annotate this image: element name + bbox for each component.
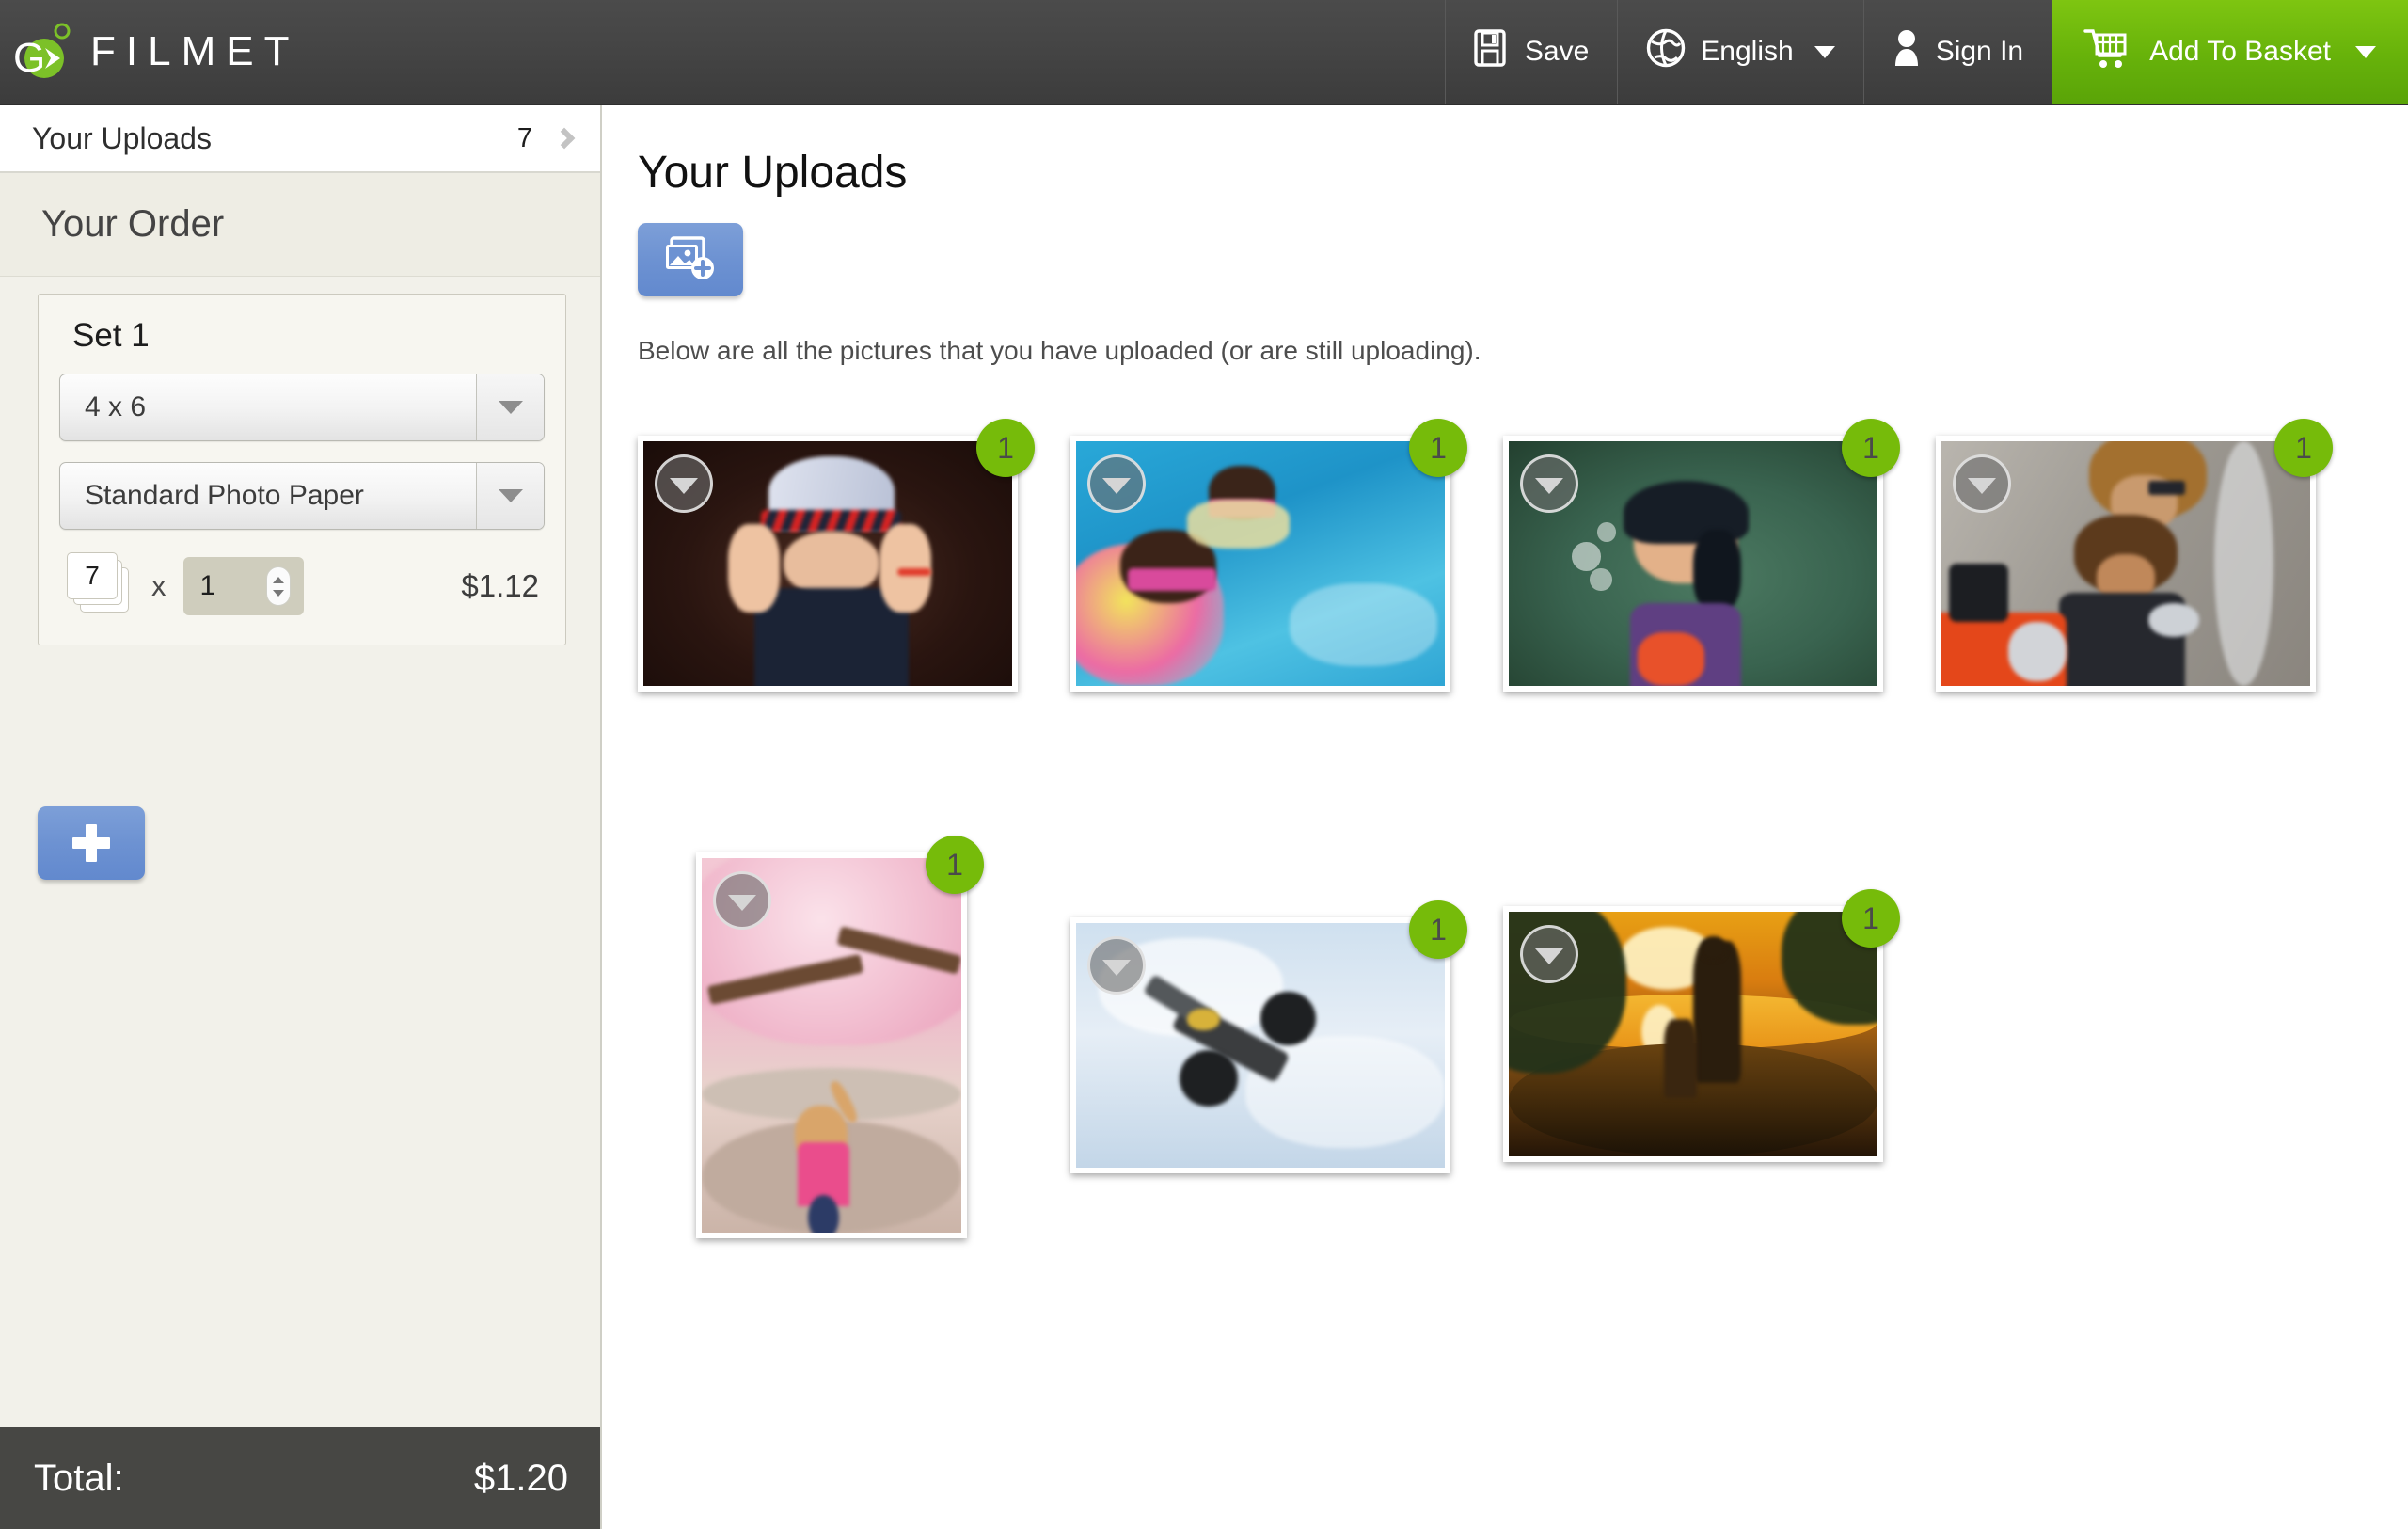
svg-text:G: G [13, 35, 45, 81]
sign-in-button[interactable]: Sign In [1862, 0, 2052, 104]
language-label: English [1701, 36, 1794, 67]
uploads-count: 7 [516, 122, 532, 153]
top-toolbar: G FILMET Save English Sign In Add To Bas… [0, 0, 2408, 105]
print-size-select[interactable]: 4 x 6 [59, 374, 545, 441]
total-value: $1.20 [473, 1457, 568, 1499]
photo-thumbnail[interactable]: 1 [638, 419, 1035, 692]
multiply-symbol: x [151, 569, 166, 602]
photo-thumbnail[interactable]: 1 [1070, 419, 1467, 692]
paper-type-select[interactable]: Standard Photo Paper [59, 462, 545, 530]
main-content: Your Uploads Below are all the pictures … [604, 105, 2408, 1529]
add-set-button[interactable] [38, 806, 145, 880]
uploads-hint-text: Below are all the pictures that you have… [638, 336, 1481, 365]
photo-copies-badge[interactable]: 1 [2274, 419, 2333, 477]
add-to-basket-button[interactable]: Add To Basket [2052, 0, 2408, 104]
photo-thumbnail[interactable]: 1 [1070, 900, 1467, 1173]
add-photos-icon [664, 234, 717, 286]
photo-copies-badge[interactable]: 1 [1842, 419, 1900, 477]
photo-copies-badge[interactable]: 1 [1409, 900, 1467, 959]
order-set-card: Set 1 4 x 6 Standard Photo Paper 7 x 1 $… [38, 294, 566, 645]
language-selector[interactable]: English [1617, 0, 1862, 104]
print-size-value: 4 x 6 [85, 391, 147, 422]
your-uploads-label: Your Uploads [32, 120, 212, 155]
photo-thumbnail[interactable]: 1 [1503, 419, 1900, 692]
chevron-down-icon [2355, 45, 2376, 58]
photo-options-chevron-down-icon[interactable] [1953, 454, 2011, 513]
photo-options-chevron-down-icon[interactable] [1520, 925, 1578, 983]
photo-copies-badge[interactable]: 1 [1842, 889, 1900, 948]
quantity-value: 1 [199, 570, 216, 601]
sign-in-label: Sign In [1935, 36, 2024, 67]
photo-copies-badge[interactable]: 1 [976, 419, 1035, 477]
set-price: $1.12 [461, 568, 539, 603]
your-order-header: Your Order [0, 173, 600, 277]
photo-thumbnail[interactable]: 1 [696, 836, 984, 1238]
chevron-down-icon[interactable] [476, 463, 544, 529]
total-label: Total: [34, 1457, 124, 1499]
add-to-basket-label: Add To Basket [2149, 36, 2331, 67]
app-root: G FILMET Save English Sign In Add To Bas… [0, 0, 2408, 1529]
brand-name: FILMET [90, 28, 300, 74]
paper-type-value: Standard Photo Paper [85, 480, 364, 511]
set-quantity-row: 7 x 1 $1.12 [59, 552, 545, 620]
brand-logo[interactable]: G FILMET [0, 0, 299, 104]
photo-options-chevron-down-icon[interactable] [655, 454, 713, 513]
photo-thumbnail[interactable]: 1 [1503, 889, 1900, 1162]
photo-stack-icon: 7 [67, 552, 140, 620]
photo-count-value: 7 [67, 552, 118, 599]
photo-options-chevron-down-icon[interactable] [1087, 454, 1146, 513]
shopping-cart-icon [2083, 26, 2131, 77]
sidebar: Your Uploads 7 Your Order Set 1 4 x 6 St… [0, 105, 602, 1529]
save-button[interactable]: Save [1444, 0, 1617, 104]
photo-copies-badge[interactable]: 1 [1409, 419, 1467, 477]
quantity-stepper[interactable]: 1 [182, 557, 304, 615]
chevron-down-icon [1814, 45, 1835, 58]
photo-copies-badge[interactable]: 1 [926, 836, 984, 894]
photo-options-chevron-down-icon[interactable] [1087, 936, 1146, 995]
floppy-disk-icon [1474, 29, 1510, 74]
sidebar-item-your-uploads[interactable]: Your Uploads 7 [0, 105, 600, 173]
photo-options-chevron-down-icon[interactable] [1520, 454, 1578, 513]
order-total-bar: Total: $1.20 [0, 1427, 600, 1529]
set-title: Set 1 [72, 317, 150, 354]
photo-thumbnail[interactable]: 1 [1936, 419, 2333, 692]
plus-icon [72, 824, 110, 862]
go-filmet-logo-icon: G [13, 23, 87, 81]
stepper-up-down-icon[interactable] [265, 566, 291, 606]
globe-icon [1646, 28, 1686, 75]
upload-photos-button[interactable] [638, 223, 743, 296]
save-label: Save [1524, 36, 1590, 67]
your-order-title: Your Order [41, 203, 225, 245]
chevron-down-icon[interactable] [476, 374, 544, 440]
person-icon [1893, 28, 1921, 75]
page-title: Your Uploads [638, 148, 908, 198]
photo-options-chevron-down-icon[interactable] [713, 871, 771, 930]
chevron-right-icon [553, 127, 576, 150]
